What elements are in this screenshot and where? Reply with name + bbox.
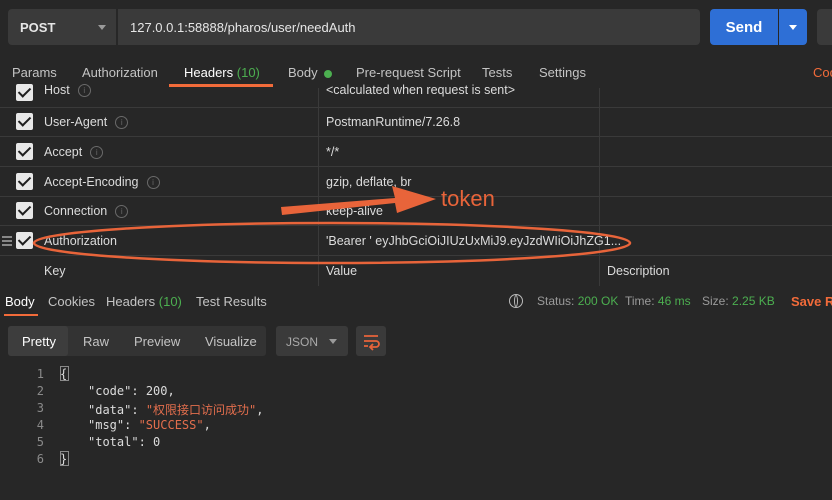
time-value: 46 ms <box>657 294 691 308</box>
json-key: "total" <box>88 435 139 449</box>
response-tab-cookies[interactable]: Cookies <box>48 294 95 309</box>
json-value: 0 <box>153 435 161 449</box>
format-select-value: JSON <box>286 335 319 349</box>
wrap-lines-button[interactable] <box>356 326 386 356</box>
active-response-tab-indicator <box>4 314 38 316</box>
json-value: "SUCCESS" <box>138 418 204 432</box>
line-number: 3 <box>36 401 44 415</box>
mode-preview[interactable]: Preview <box>134 334 180 349</box>
time-readout: Time: 46 ms <box>625 294 691 308</box>
response-tab-headers-label: Headers <box>106 294 156 309</box>
json-key: "code" <box>88 384 132 398</box>
chevron-down-icon <box>329 339 337 344</box>
annotation-label: token <box>441 186 495 211</box>
json-key: "msg" <box>88 418 125 432</box>
response-tab-test-results[interactable]: Test Results <box>196 294 267 309</box>
code-line: "code": 200, <box>88 384 175 398</box>
status-label: Status: <box>537 294 575 308</box>
line-number: 1 <box>36 367 44 381</box>
line-number: 5 <box>36 435 44 449</box>
response-tab-body[interactable]: Body <box>5 294 35 309</box>
format-select[interactable]: JSON <box>276 326 348 356</box>
highlight-ellipse <box>32 221 632 265</box>
response-tab-headers[interactable]: Headers (10) <box>106 294 182 309</box>
save-response-button[interactable]: Save Re <box>791 294 832 309</box>
status-readout: Status: 200 OK <box>537 294 618 308</box>
code-line: "msg": "SUCCESS", <box>88 418 211 432</box>
line-number: 2 <box>36 384 44 398</box>
response-tab-headers-count: (10) <box>158 294 182 309</box>
mode-pretty[interactable]: Pretty <box>22 334 56 349</box>
size-readout: Size: 2.25 KB <box>702 294 775 308</box>
mode-raw[interactable]: Raw <box>83 334 109 349</box>
arrow-icon <box>281 186 436 215</box>
code-line: } <box>60 452 68 466</box>
status-badge: 200 OK <box>577 294 619 308</box>
code-line: "data": "权限接口访问成功", <box>88 403 264 417</box>
code-line: "total": 0 <box>88 435 161 449</box>
json-value: 200 <box>145 384 168 398</box>
response-tabs: Body Cookies Headers (10) Test Results S… <box>0 292 832 314</box>
json-value: "权限接口访问成功" <box>145 403 257 417</box>
mode-visualize[interactable]: Visualize <box>205 334 257 349</box>
size-value: 2.25 KB <box>732 294 775 308</box>
code-line: { <box>60 367 68 381</box>
wrap-icon <box>364 335 380 351</box>
json-key: "data" <box>88 403 132 417</box>
time-label: Time: <box>625 294 655 308</box>
line-number: 4 <box>36 418 44 432</box>
line-number: 6 <box>36 452 44 466</box>
size-label: Size: <box>702 294 729 308</box>
globe-icon[interactable] <box>509 294 523 308</box>
view-mode-group: Pretty Raw Preview Visualize <box>8 326 266 356</box>
